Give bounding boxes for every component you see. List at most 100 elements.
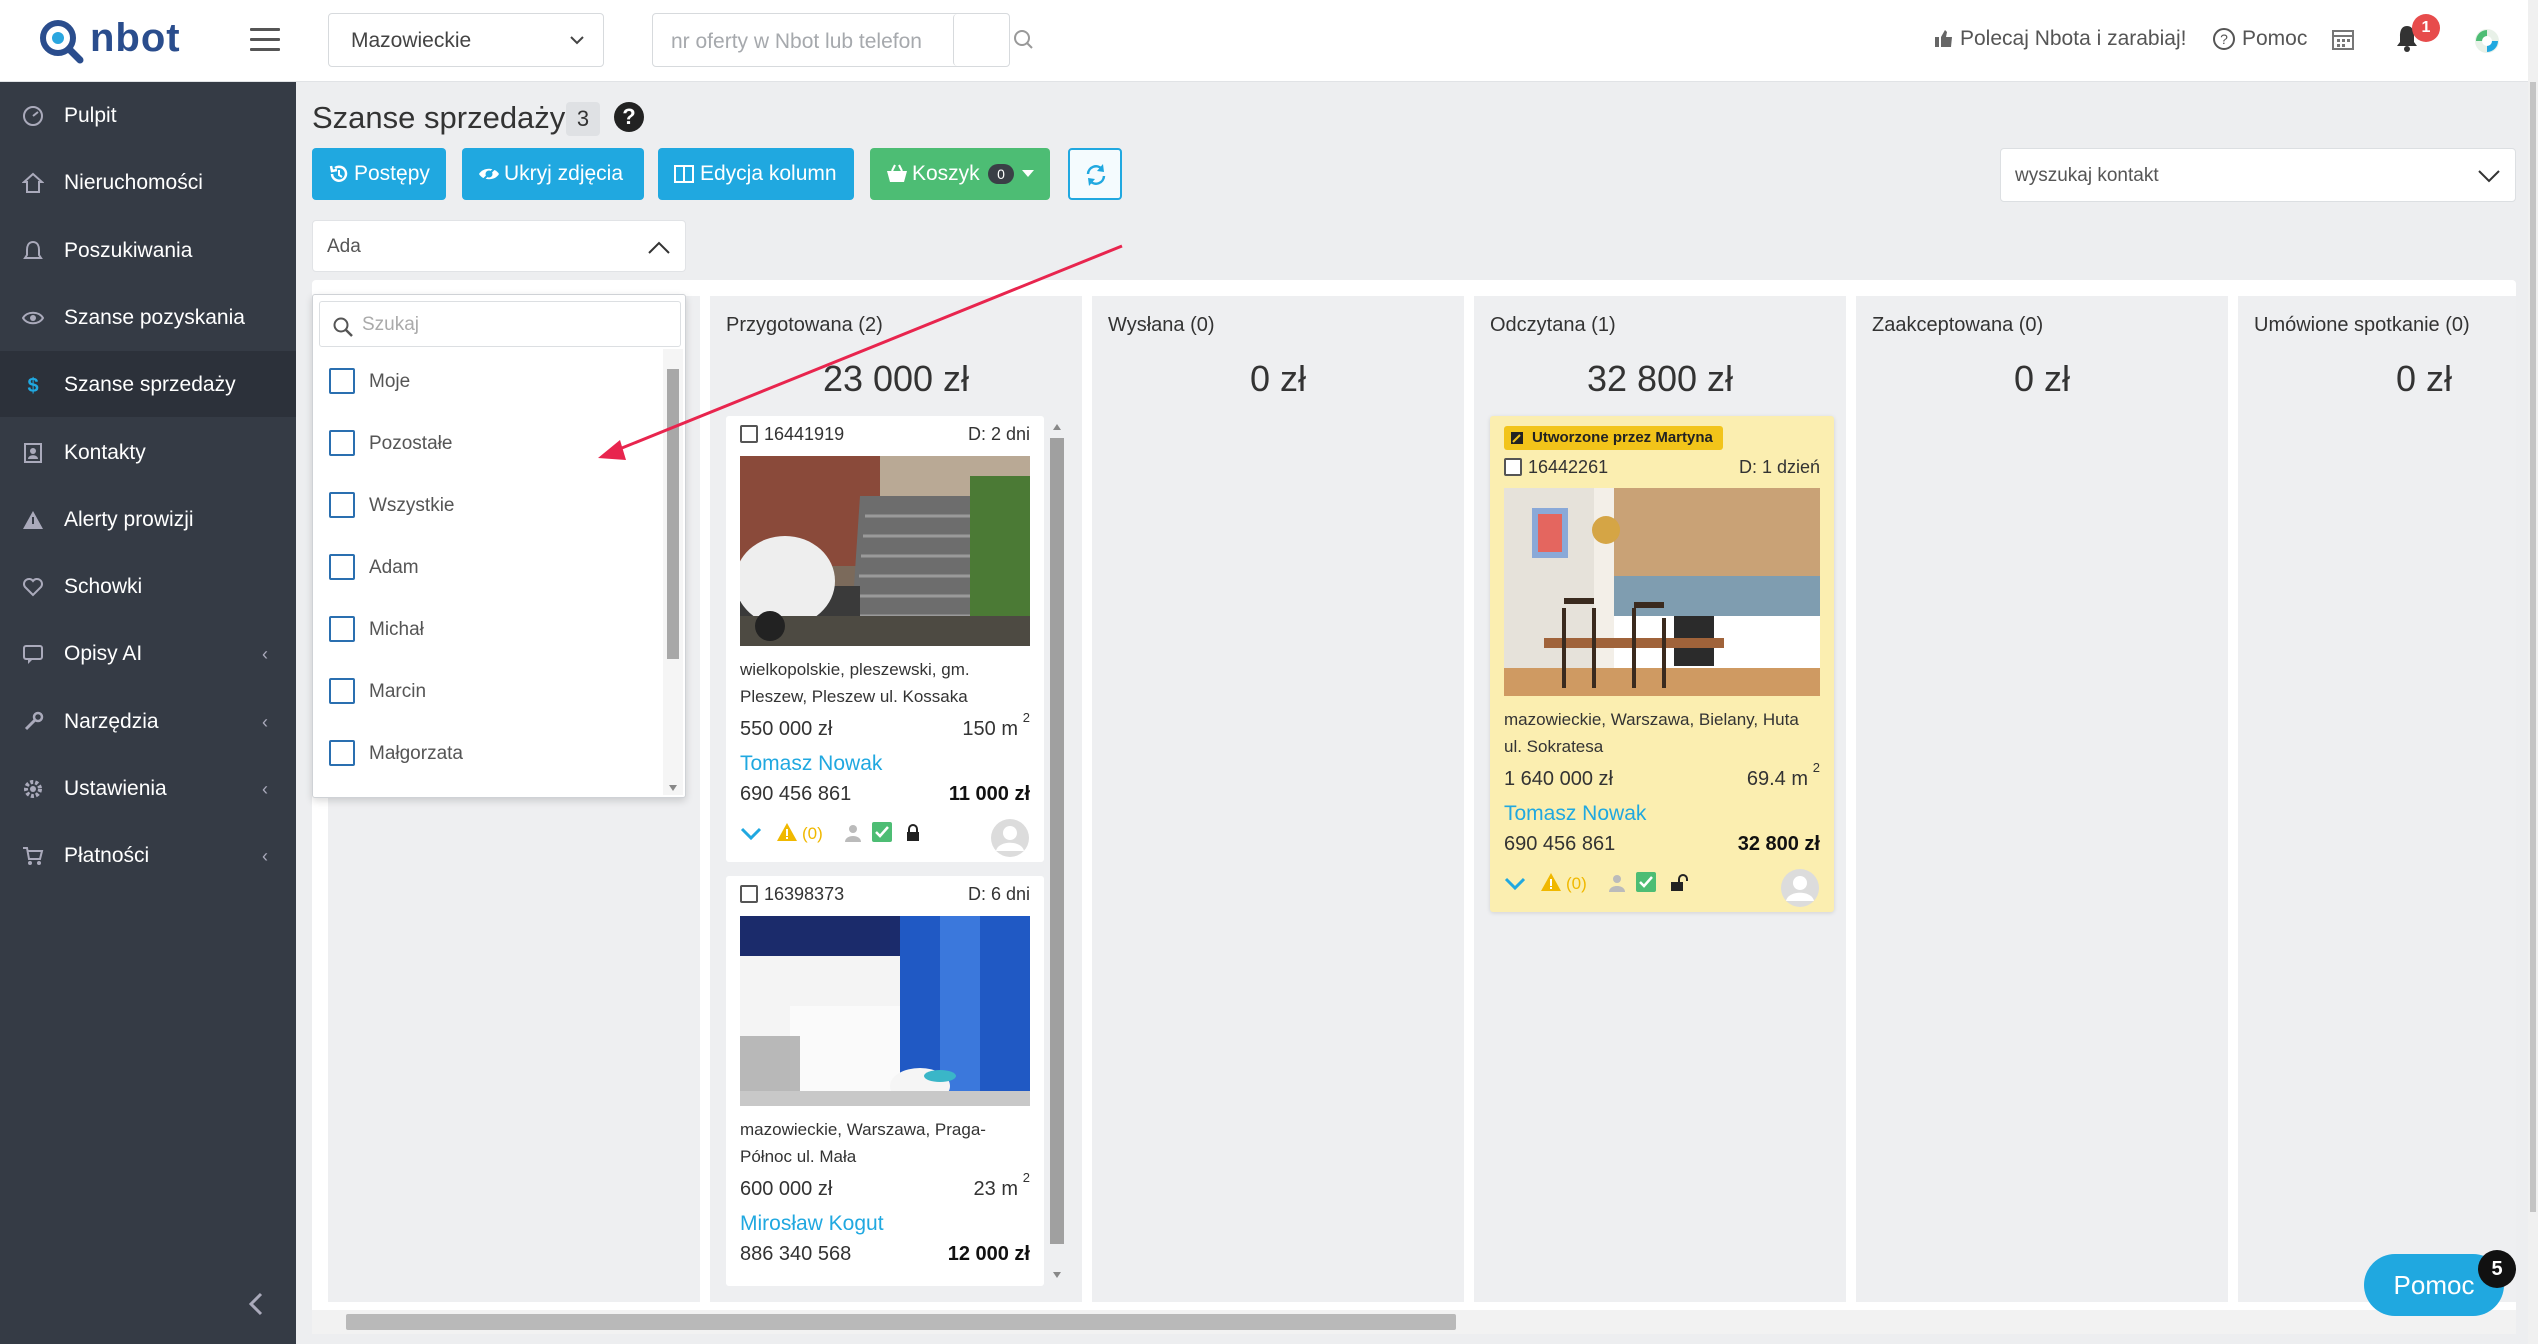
calendar-icon[interactable] [2332,28,2354,50]
sidebar-item-narzedzia[interactable]: Narzędzia ‹ [0,688,296,754]
check-square-icon[interactable] [872,822,892,842]
area-unit-sup: 2 [1022,710,1030,725]
cart-icon [23,847,44,866]
column-amount: 32 800 zł [1586,358,1734,399]
sidebar-item-kontakty[interactable]: Kontakty [0,419,296,485]
owner-option-wszystkie[interactable]: Wszystkie [329,489,629,519]
region-select[interactable]: Mazowieckie [328,13,604,67]
offer-area: 150 m [962,718,1018,740]
owner-option-adam[interactable]: Adam [329,551,629,581]
warning-icon[interactable] [776,822,798,842]
offer-search-input[interactable]: nr oferty w Nbot lub telefon [652,13,1033,67]
offer-search-button[interactable] [953,14,1033,66]
chevron-down-icon [2478,170,2500,183]
sidebar-item-alerty-prowizji[interactable]: Alerty prowizji [0,486,296,552]
option-label: Moje [369,371,411,392]
owner-filter-search-placeholder: Szukaj [362,314,420,335]
user-avatar-icon[interactable] [2474,28,2500,54]
card-select-checkbox[interactable] [740,885,758,903]
sidebar-item-label: Narzędzia [64,709,159,733]
refresh-button[interactable] [1068,148,1122,200]
chevron-down-icon[interactable] [1504,876,1526,892]
cart-button[interactable]: Koszyk 0 [870,148,1050,200]
logo[interactable]: nbot [38,16,228,64]
agent-name[interactable]: Mirosław Kogut [740,1212,884,1236]
column-amount: 0 zł [1249,358,1307,399]
sidebar-item-szanse-pozyskania[interactable]: Szanse pozyskania [0,284,296,350]
offer-price: 600 000 zł [740,1178,833,1200]
progress-button-label: Postępy [354,162,430,185]
progress-button[interactable]: Postępy [312,148,446,200]
offer-days: D: 1 dzień [1738,457,1820,477]
property-photo[interactable] [740,456,1030,646]
dashboard-icon [23,106,43,126]
refer-label: Polecaj Nbota i zarabiaj! [1960,27,2187,50]
property-photo[interactable] [740,916,1030,1106]
owner-option-moje[interactable]: Moje [329,365,629,395]
warning-icon[interactable] [1540,872,1562,892]
column-scrollbar[interactable] [1048,420,1066,1282]
warning-icon [23,510,43,529]
sidebar-collapse-icon[interactable] [246,1292,266,1316]
sidebar-item-label: Kontakty [64,440,146,464]
sidebar-item-nieruchomosci[interactable]: Nieruchomości [0,149,296,215]
help-question-icon[interactable]: ? [614,102,644,132]
area-unit-sup: 2 [1022,1170,1030,1185]
basket-icon [887,164,907,182]
avatar[interactable] [1780,868,1820,908]
agent-phone: 886 340 568 [740,1243,852,1265]
offer-price: 1 640 000 zł [1504,768,1613,790]
menu-toggle-icon[interactable] [250,28,280,52]
owner-option-michal[interactable]: Michał [329,613,629,643]
opportunity-card[interactable]: 16441919 D: 2 dni wielkopolskie, pleszew… [726,416,1044,862]
agent-name[interactable]: Tomasz Nowak [1504,802,1646,826]
unlock-icon[interactable] [1670,874,1690,892]
scrollbar-thumb[interactable] [346,1314,1456,1330]
sidebar-item-pulpit[interactable]: Pulpit [0,82,296,148]
user-icon[interactable] [1608,874,1626,892]
alerts-count: (0) [1566,874,1587,893]
question-circle-icon: ? [2213,28,2235,50]
chevron-down-icon[interactable] [740,826,762,842]
contact-search-select[interactable]: wyszukaj kontakt [2000,148,2516,202]
option-checkbox[interactable] [329,740,355,766]
lock-icon[interactable] [906,824,920,842]
card-select-checkbox[interactable] [1504,458,1522,476]
sidebar-item-szanse-sprzedazy[interactable]: $ Szanse sprzedaży [0,351,296,418]
page-scrollbar[interactable] [2528,0,2538,1344]
top-bar: nbot Mazowieckie nr oferty w Nbot lub te… [0,0,2538,82]
board-horizontal-scrollbar[interactable] [312,1310,2516,1334]
search-icon [333,317,353,337]
option-checkbox[interactable] [329,430,355,456]
owner-option-pozostale[interactable]: Pozostałe [329,427,629,457]
option-checkbox[interactable] [329,616,355,642]
hide-photos-button[interactable]: Ukryj zdjęcia [462,148,644,200]
opportunity-card[interactable]: 16398373 D: 6 dni mazowieckie, Warszawa,… [726,876,1044,1286]
option-checkbox[interactable] [329,368,355,394]
opportunity-card-highlighted[interactable]: Utworzone przez Martyna 16442261 D: 1 dz… [1490,416,1834,912]
check-square-icon[interactable] [1636,872,1656,892]
sidebar-item-platnosci[interactable]: Płatności ‹ [0,822,296,888]
sidebar-item-ustawienia[interactable]: Ustawienia ‹ [0,755,296,821]
property-photo[interactable] [1504,488,1820,696]
offer-search-placeholder: nr oferty w Nbot lub telefon [671,30,922,53]
option-checkbox[interactable] [329,554,355,580]
page-scrollbar-thumb[interactable] [2530,82,2536,1212]
owner-option-malgorzata[interactable]: Małgorzata [329,737,629,767]
chevron-left-icon: ‹ [262,711,268,732]
chevron-left-icon: ‹ [262,644,268,665]
sidebar-item-schowki[interactable]: Schowki [0,553,296,619]
sidebar-item-poszukiwania[interactable]: Poszukiwania [0,217,296,283]
edit-columns-button[interactable]: Edycja kolumn [658,148,854,200]
location-line-1: mazowieckie, Warszawa, Praga- [740,1120,986,1139]
option-checkbox[interactable] [329,678,355,704]
bell-icon [23,240,43,259]
region-select-value: Mazowieckie [351,29,472,52]
option-checkbox[interactable] [329,492,355,518]
chevron-left-icon: ‹ [262,779,268,799]
agent-name[interactable]: Tomasz Nowak [740,752,882,776]
user-icon[interactable] [844,824,862,842]
avatar[interactable] [990,818,1030,858]
owner-option-marcin[interactable]: Marcin [329,675,629,705]
sidebar-item-opisy-ai[interactable]: Opisy AI ‹ [0,620,296,686]
